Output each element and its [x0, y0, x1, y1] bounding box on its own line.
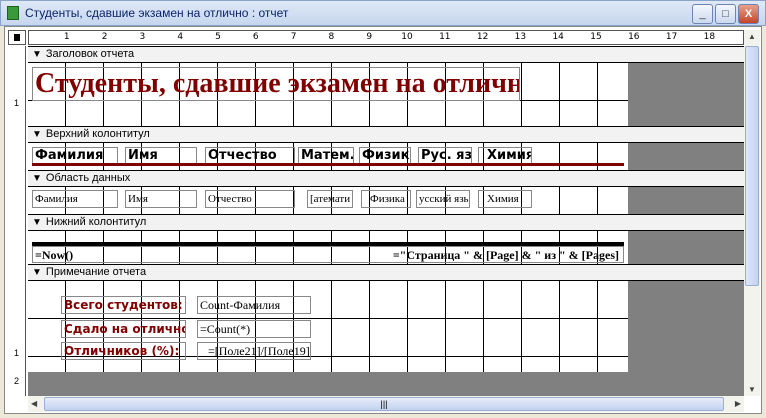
page-number-textbox[interactable]: ="Страница " & [Page] & " из " & [Pages] — [393, 247, 619, 262]
page-header-section: Фамилия Имя Отчество Матем. Физика Рус. … — [28, 143, 628, 170]
field-textbox[interactable]: Отчество — [205, 190, 295, 208]
arrow-down-icon: ▼ — [32, 267, 42, 278]
scroll-left-icon[interactable]: ◀ — [31, 399, 37, 408]
vertical-scroll-thumb[interactable] — [745, 46, 759, 286]
ruler-mark: 3 — [139, 32, 146, 42]
ruler-mark: 4 — [177, 32, 184, 42]
design-surface: ▼ Заголовок отчета Студенты, сдавшие экза… — [28, 46, 744, 396]
section-bar-page-footer[interactable]: ▼ Нижний колонтитул — [28, 214, 744, 231]
section-bar-detail[interactable]: ▼ Область данных — [28, 170, 744, 187]
ruler-mark: 18 — [703, 32, 716, 42]
section-bar-report-header[interactable]: ▼ Заголовок отчета — [28, 46, 744, 63]
field-textbox[interactable]: Физика — [361, 190, 411, 208]
ruler-mark: 6 — [252, 32, 259, 42]
horizontal-scroll-thumb[interactable]: ||| — [44, 397, 724, 411]
ruler-mark: 8 — [328, 32, 335, 42]
horizontal-ruler[interactable]: 1 2 3 4 5 6 7 8 9 10 11 12 13 14 15 16 17 18 — [28, 30, 744, 45]
minimize-button[interactable]: _ — [692, 4, 713, 24]
field-textbox[interactable]: Имя — [125, 190, 197, 208]
section-label: Примечание отчета — [45, 266, 147, 278]
ruler-mark: 2 — [14, 376, 20, 386]
ruler-mark: 16 — [628, 32, 640, 42]
summary-label[interactable]: Всего студентов: — [61, 296, 186, 314]
report-footer-section: Всего студентов: Count-Фамилия Сдало на … — [28, 281, 628, 372]
summary-label[interactable]: Сдало на отлично: — [61, 320, 186, 338]
ruler-mark: 14 — [552, 32, 564, 42]
ruler-mark: 9 — [366, 32, 373, 42]
ruler-mark: 12 — [476, 32, 489, 42]
ruler-mark: 13 — [514, 32, 527, 42]
summary-label[interactable]: Отличников (%): — [61, 342, 186, 360]
detail-section: Фамилия Имя Отчество [атемати Физика усс… — [28, 187, 628, 214]
vertical-scrollbar[interactable]: ▲ ▼ — [744, 30, 760, 396]
scroll-down-icon[interactable]: ▼ — [748, 385, 756, 394]
select-report-button[interactable] — [8, 30, 26, 45]
field-textbox[interactable]: Фамилия — [32, 190, 118, 208]
section-bar-report-footer[interactable]: ▼ Примечание отчета — [28, 264, 744, 281]
ruler-mark: 1 — [14, 348, 20, 358]
section-label: Заголовок отчета — [45, 48, 135, 60]
arrow-down-icon: ▼ — [32, 173, 42, 184]
report-title-label[interactable]: Студенты, сдавшие экзамен на отлично — [32, 67, 520, 101]
section-label: Верхний колонтитул — [45, 128, 150, 140]
maximize-button[interactable]: □ — [715, 4, 736, 24]
page-footer-section: =Now() ="Страница " & [Page] & " из " & … — [28, 231, 628, 264]
summary-value[interactable]: Count-Фамилия — [197, 296, 311, 314]
window-title: Студенты, сдавшие экзамен на отлично : о… — [25, 6, 289, 20]
arrow-down-icon: ▼ — [32, 49, 42, 60]
section-label: Нижний колонтитул — [45, 216, 147, 228]
field-textbox[interactable]: Химия — [478, 190, 532, 208]
ruler-mark: 1 — [14, 98, 20, 108]
field-textbox[interactable]: усский язь — [416, 190, 470, 208]
arrow-down-icon: ▼ — [32, 217, 42, 228]
ruler-mark: 7 — [290, 32, 297, 42]
header-underline — [32, 163, 624, 166]
scroll-right-icon[interactable]: ▶ — [735, 399, 741, 408]
ruler-mark: 1 — [63, 32, 70, 42]
ruler-mark: 10 — [401, 32, 413, 42]
scroll-up-icon[interactable]: ▲ — [748, 32, 756, 41]
ruler-mark: 5 — [215, 32, 221, 42]
summary-value[interactable]: =[Поле21]/[Поле19] — [197, 342, 311, 360]
now-textbox[interactable]: =Now() — [35, 248, 73, 262]
close-button[interactable]: X — [738, 4, 759, 24]
ruler-mark: 11 — [439, 32, 451, 42]
arrow-down-icon: ▼ — [32, 129, 42, 140]
field-textbox[interactable]: [атемати — [307, 190, 353, 208]
horizontal-scrollbar[interactable]: ◀ ||| ▶ — [28, 396, 744, 412]
ruler-mark: 15 — [590, 32, 602, 42]
ruler-mark: 17 — [665, 32, 678, 42]
report-header-section: Студенты, сдавшие экзамен на отлично — [28, 63, 628, 126]
section-label: Область данных — [45, 172, 131, 184]
vertical-ruler[interactable]: 1 1 2 — [8, 46, 26, 396]
section-bar-page-header[interactable]: ▼ Верхний колонтитул — [28, 126, 744, 143]
title-bar: Студенты, сдавшие экзамен на отлично : о… — [0, 0, 766, 26]
summary-value[interactable]: =Count(*) — [197, 320, 311, 338]
report-icon — [7, 6, 19, 20]
footer-fields: =Now() ="Страница " & [Page] & " из " & … — [32, 246, 624, 263]
ruler-mark: 2 — [101, 32, 108, 42]
